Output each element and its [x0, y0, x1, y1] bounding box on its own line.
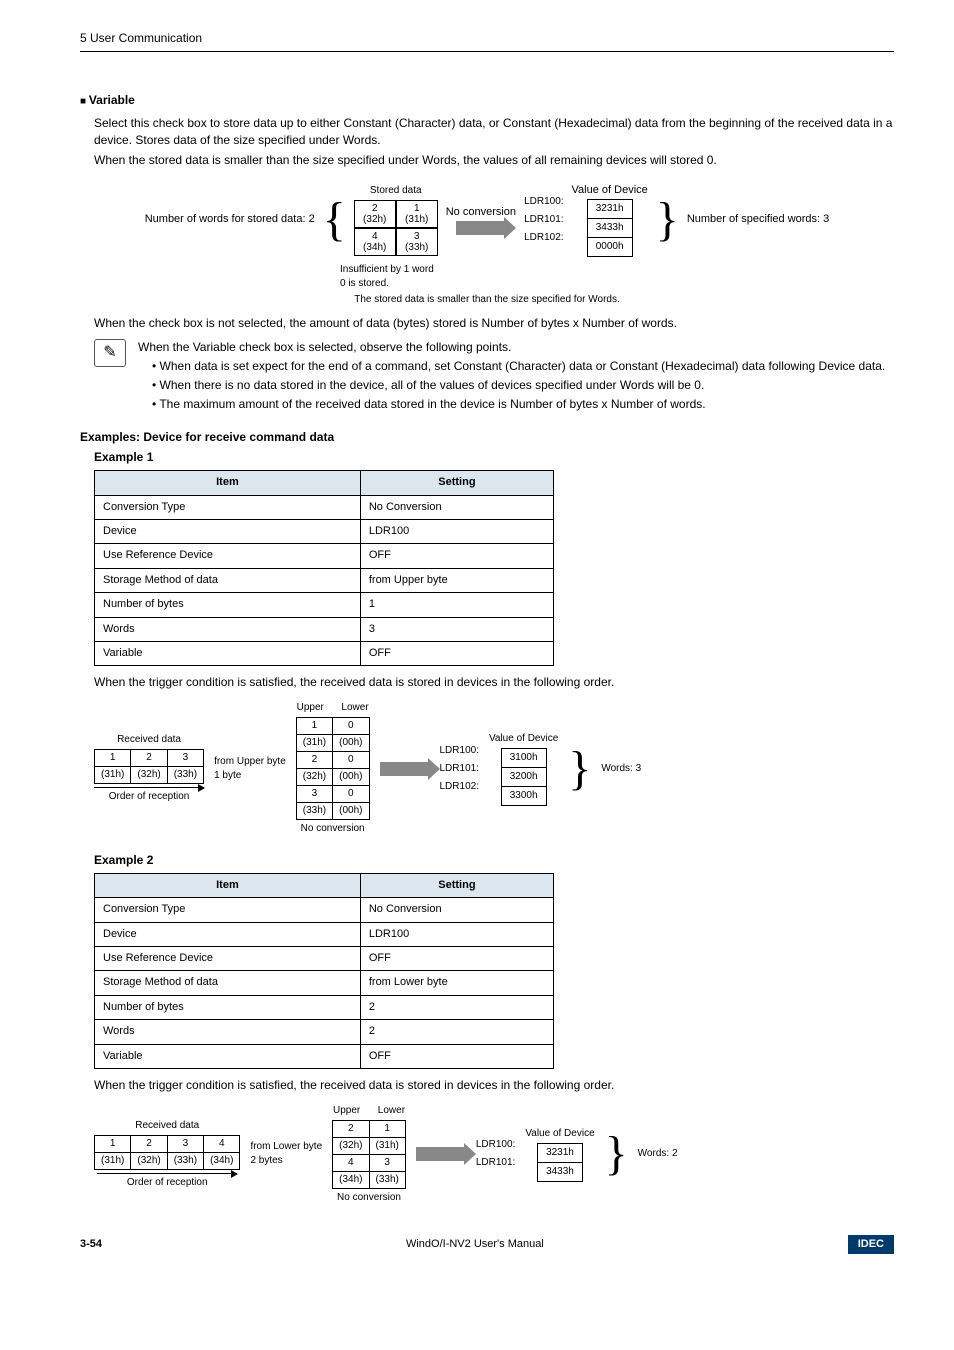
info-bullet-2: When there is no data stored in the devi… — [152, 377, 894, 394]
note-icon: ✎ — [94, 339, 126, 367]
brace-icon: { — [323, 200, 346, 240]
fig1-lead-label: Number of words for stored data: 2 — [145, 212, 315, 227]
section-para1: Select this check box to store data up t… — [94, 115, 894, 149]
ex2-words-label: Words: 2 — [638, 1147, 678, 1161]
info-callout: ✎ When the Variable check box is selecte… — [94, 339, 894, 412]
example2-table: ItemSetting Conversion TypeNo Conversion… — [94, 873, 554, 1069]
info-intro: When the Variable check box is selected,… — [138, 339, 894, 356]
brand-badge: IDEC — [848, 1235, 894, 1254]
info-bullet-3: The maximum amount of the received data … — [152, 396, 894, 413]
examples-title: Examples: Device for receive command dat… — [80, 429, 894, 446]
fig1-stored-data-label: Stored data — [370, 184, 422, 198]
brace-icon: } — [568, 749, 591, 789]
header-rule — [80, 51, 894, 52]
example2-figure: Received data 1234 (31h)(32h)(33h)(34h) … — [94, 1104, 894, 1205]
ex2-method-label: from Lower byte 2 bytes — [250, 1140, 322, 1168]
info-bullet-1: When data is set expect for the end of a… — [152, 358, 894, 375]
example1-figure: Received data 123 (31h)(32h)(33h) Order … — [94, 701, 894, 836]
example1-table: ItemSetting Conversion TypeNo Conversion… — [94, 470, 554, 666]
ex1-method-label: from Upper byte 1 byte — [214, 755, 286, 783]
page-footer: 3-54 WindO/I-NV2 User's Manual IDEC — [80, 1235, 894, 1254]
section-variable-title: Variable — [80, 92, 894, 109]
fig1-device-values: 3231h 3433h 0000h — [587, 199, 633, 257]
manual-title: WindO/I-NV2 User's Manual — [406, 1237, 544, 1252]
arrow-right-icon — [456, 221, 506, 235]
fig1-trail-label: Number of specified words: 3 — [687, 212, 829, 227]
example2-caption: When the trigger condition is satisfied,… — [94, 1077, 894, 1094]
arrow-right-icon — [380, 762, 430, 776]
fig1-value-label: Value of Device — [572, 183, 648, 198]
fig1-note2: The stored data is smaller than the size… — [80, 293, 894, 307]
ex1-words-label: Words: 3 — [601, 762, 641, 776]
example2-title: Example 2 — [94, 852, 894, 869]
example1-title: Example 1 — [94, 449, 894, 466]
chapter-header: 5 User Communication — [80, 30, 894, 47]
arrow-right-icon — [416, 1147, 466, 1161]
fig1-stored-grid: 2(32h) 1(31h) 4(34h) 3(33h) — [354, 200, 438, 256]
fig1-device-names: LDR100: LDR101: LDR102: — [524, 193, 563, 247]
section-para2: When the stored data is smaller than the… — [94, 152, 894, 169]
after-fig1-text: When the check box is not selected, the … — [94, 315, 894, 332]
figure-1: Number of words for stored data: 2 { Sto… — [80, 183, 894, 256]
example1-caption: When the trigger condition is satisfied,… — [94, 674, 894, 691]
fig1-note1: Insufficient by 1 word 0 is stored. — [340, 263, 894, 291]
brace-icon: } — [605, 1134, 628, 1174]
page-number: 3-54 — [80, 1237, 102, 1252]
brace-icon: } — [656, 200, 679, 240]
